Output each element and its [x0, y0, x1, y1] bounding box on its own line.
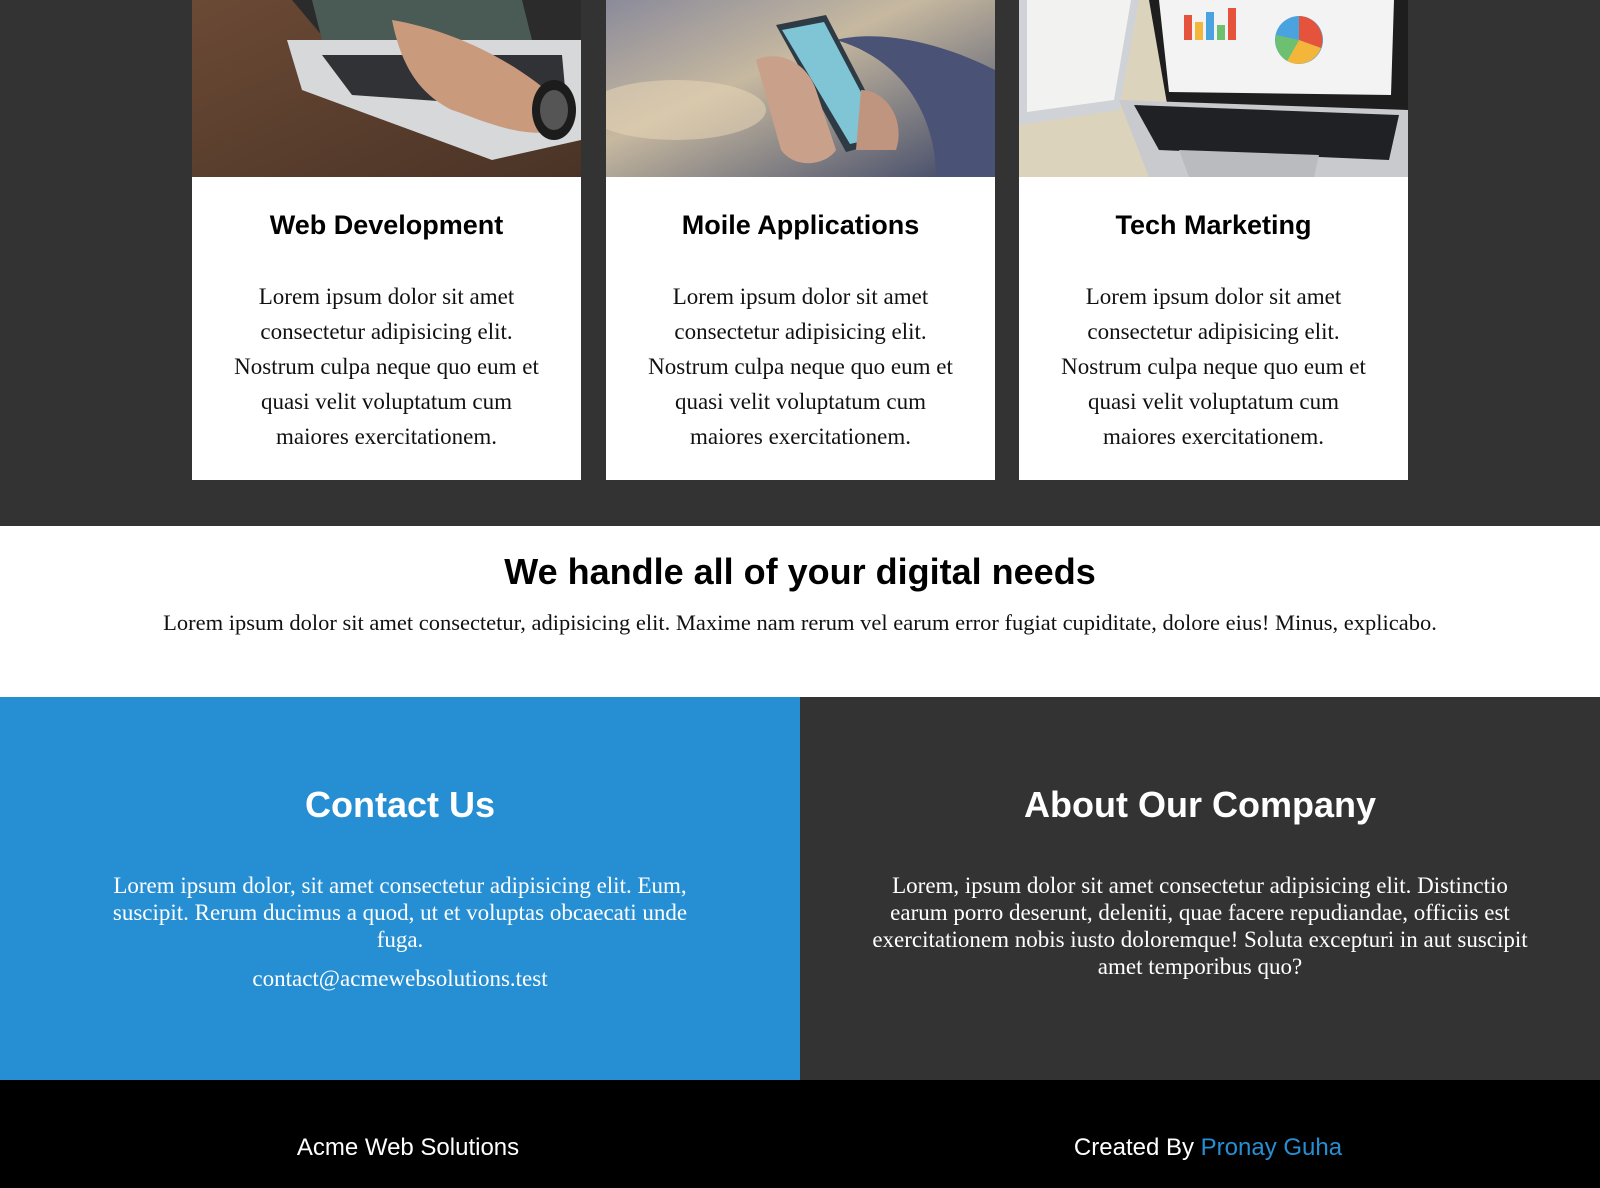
footer: Acme Web Solutions Created By Pronay Guh…	[0, 1080, 1600, 1188]
section-heading: We handle all of your digital needs	[504, 551, 1096, 592]
about-heading: About Our Company	[1024, 784, 1376, 825]
section-description: Lorem ipsum dolor sit amet consectetur, …	[163, 610, 1437, 635]
smartphone-hand-photo	[606, 0, 995, 177]
digital-needs-section: We handle all of your digital needs Lore…	[0, 526, 1600, 697]
card-title: Web Development	[269, 210, 504, 240]
footer-credit-prefix: Created By	[1073, 1134, 1194, 1161]
contact-description: Lorem ipsum dolor, sit amet consectetur …	[112, 873, 688, 952]
service-card-mobile-applications: Moile Applications Lorem ipsum dolor sit…	[606, 0, 995, 480]
author-link[interactable]: Pronay Guha	[1201, 1134, 1342, 1161]
footer-brand: Acme Web Solutions	[296, 1134, 520, 1161]
card-description: Lorem ipsum dolor sit amet consectetur a…	[648, 284, 953, 449]
contact-heading: Contact Us	[304, 784, 496, 825]
contact-section: Contact Us Lorem ipsum dolor, sit amet c…	[0, 697, 800, 1080]
card-title: Moile Applications	[681, 210, 920, 240]
card-description: Lorem ipsum dolor sit amet consectetur a…	[1061, 284, 1366, 449]
services-section: Web Development Lorem ipsum dolor sit am…	[0, 0, 1600, 526]
footer-credit: Created By Pronay Guha	[816, 1134, 1600, 1162]
about-section: About Our Company Lorem, ipsum dolor sit…	[800, 697, 1600, 1080]
card-title: Tech Marketing	[1115, 210, 1312, 240]
service-card-tech-marketing: Tech Marketing Lorem ipsum dolor sit ame…	[1019, 0, 1408, 480]
about-description: Lorem, ipsum dolor sit amet consectetur …	[872, 873, 1528, 979]
service-card-web-development: Web Development Lorem ipsum dolor sit am…	[192, 0, 581, 480]
laptop-charts-photo	[1019, 0, 1408, 177]
laptop-typing-photo	[192, 0, 581, 177]
card-description: Lorem ipsum dolor sit amet consectetur a…	[234, 284, 539, 449]
contact-email: contact@acmewebsolutions.test	[252, 966, 548, 991]
